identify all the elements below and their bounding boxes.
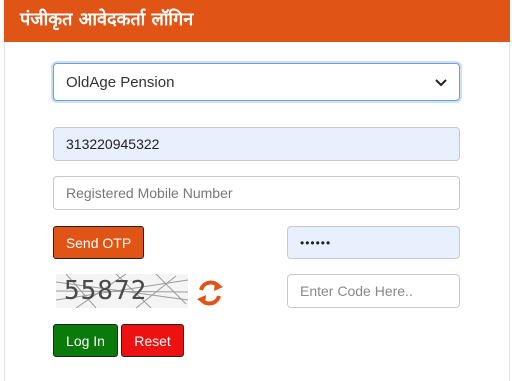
chevron-down-icon [435,75,447,90]
captcha-code-input[interactable]: Enter Code Here.. [287,274,460,308]
send-otp-button[interactable]: Send OTP [53,226,144,259]
scheme-select-value: OldAge Pension [66,73,175,91]
mobile-number-input[interactable]: Registered Mobile Number [53,176,460,210]
captcha-text: 55872 [64,276,148,306]
page-title: पंजीकृत आवेदकर्ता लॉगिन [20,9,194,30]
reset-button[interactable]: Reset [121,324,184,357]
login-button[interactable]: Log In [53,324,118,357]
scheme-select[interactable]: OldAge Pension [53,63,460,101]
otp-input[interactable]: •••••• [287,226,460,259]
application-id-input[interactable]: 313220945322 [53,127,460,161]
refresh-icon[interactable] [193,276,227,310]
captcha-image: 55872 [56,274,188,308]
panel-header: पंजीकृत आवेदकर्ता लॉगिन [4,0,510,42]
